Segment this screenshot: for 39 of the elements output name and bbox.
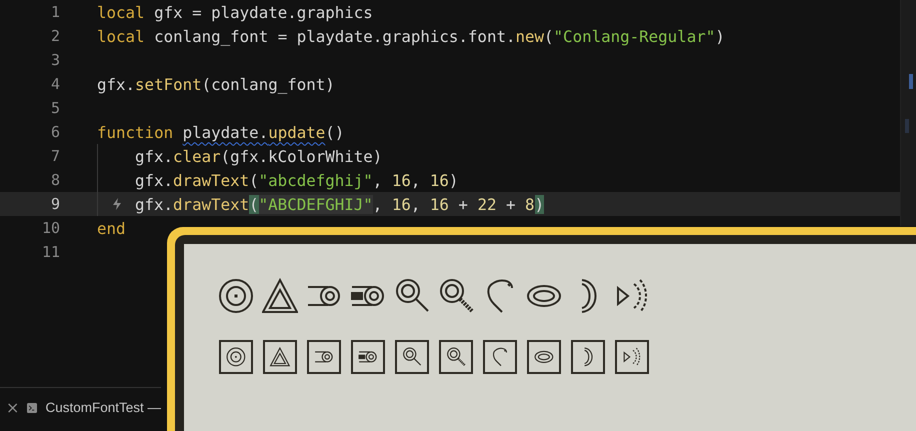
code-line: local gfx = playdate.graphics [97,2,373,24]
code-line: gfx.drawText("ABCDEFGHIJ", 16, 16 + 22 + 8) [135,194,544,216]
framed-triangle-glyph-icon [263,340,297,374]
magnifier-glyph-icon [394,278,430,314]
terminal-icon [27,400,38,414]
code-line: end [97,218,126,240]
line-number: 5 [50,99,61,117]
code-line: local conlang_font = playdate.graphics.font.new("Conlang-Regular") [97,26,725,48]
framed-speaker-glyph-icon [615,340,649,374]
framed-magnifier-glyph-icon [395,340,429,374]
code-line: gfx.drawText("abcdefghij", 16, 16) [135,170,458,192]
hatched-magnifier-glyph-icon [438,278,474,314]
line-number: 7 [50,147,61,165]
framed-hatched-magnifier-glyph-icon [439,340,473,374]
line-number: 3 [50,51,61,69]
line-number: 4 [50,75,61,93]
framed-thick-bar-circle-glyph-icon [351,340,385,374]
line-number: 10 [40,219,61,237]
line-number: 2 [50,27,61,45]
line-number: 1 [50,3,61,21]
framed-target-glyph-icon [219,340,253,374]
terminal-tab-title[interactable]: CustomFontTest — [45,400,161,415]
target-glyph-icon [218,278,254,314]
framed-hook-glyph-icon [483,340,517,374]
close-button[interactable]: × [6,398,20,417]
scrollbar[interactable] [900,0,916,226]
line-number: 11 [40,243,61,261]
code-line: function playdate.update() [97,122,344,144]
line-number: 6 [50,123,61,141]
line-number: 9 [50,195,61,213]
line-number: 8 [50,171,61,189]
framed-bar-circle-glyph-icon [307,340,341,374]
code-line: gfx.clear(gfx.kColorWhite) [135,146,382,168]
speaker-glyph-icon [614,278,650,314]
framed-ellipse-glyph-icon [527,340,561,374]
code-line: gfx.setFont(conlang_font) [97,74,335,96]
framed-crescent-glyph-icon [571,340,605,374]
lightning-icon [112,198,120,210]
triangle-glyph-icon [262,278,298,314]
